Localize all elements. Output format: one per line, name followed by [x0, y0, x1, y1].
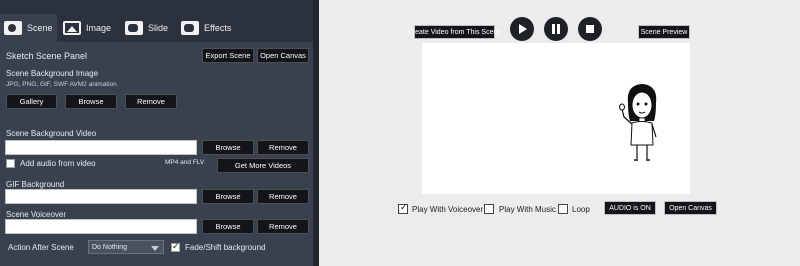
- character-image: [619, 84, 657, 161]
- pause-button[interactable]: [544, 17, 568, 41]
- tab-scene[interactable]: Scene: [0, 14, 57, 42]
- gif-field[interactable]: [5, 189, 197, 204]
- create-video-button[interactable]: Create Video from This Scene: [408, 25, 501, 39]
- preview-open-canvas-button[interactable]: Open Canvas: [664, 201, 717, 215]
- action-after-label: Action After Scene: [8, 243, 74, 252]
- voiceover-field[interactable]: [5, 219, 197, 234]
- image-icon: [63, 21, 81, 35]
- fade-shift-checkbox[interactable]: [171, 241, 180, 252]
- tab-slide[interactable]: Slide: [121, 14, 175, 42]
- preview-area: Create Video from This Scene Scene Previ…: [319, 0, 800, 266]
- video-formats-label: MP4 and FLV: [165, 159, 205, 166]
- bg-video-browse-button[interactable]: Browse: [202, 140, 254, 155]
- voiceover-remove-button[interactable]: Remove: [257, 219, 309, 234]
- tab-label: Slide: [148, 23, 169, 33]
- scene-panel: Scene Image Slide Effects Sketch Scene P…: [0, 0, 313, 266]
- play-with-voiceover-checkbox[interactable]: [398, 202, 408, 214]
- get-more-videos-button[interactable]: Get More Videos: [217, 158, 309, 173]
- stop-icon: [586, 25, 594, 33]
- tab-label: Scene: [27, 23, 53, 33]
- open-canvas-button[interactable]: Open Canvas: [257, 48, 309, 63]
- gif-remove-button[interactable]: Remove: [257, 189, 309, 204]
- bg-video-label: Scene Background Video: [6, 129, 97, 138]
- gif-browse-button[interactable]: Browse: [202, 189, 254, 204]
- bg-image-remove-button[interactable]: Remove: [125, 94, 177, 109]
- gif-label: GIF Background: [6, 180, 65, 189]
- chevron-down-icon: [151, 246, 159, 251]
- scene-preview-button[interactable]: Scene Preview: [638, 25, 690, 39]
- add-audio-label: Add audio from video: [20, 159, 96, 168]
- panel-title: Sketch Scene Panel: [6, 51, 88, 61]
- tab-bar: Scene Image Slide Effects: [0, 0, 313, 42]
- tab-label: Effects: [204, 23, 232, 33]
- audio-toggle-button[interactable]: AUDIO is ON: [604, 201, 656, 215]
- bg-video-remove-button[interactable]: Remove: [257, 140, 309, 155]
- tab-image[interactable]: Image: [59, 14, 119, 42]
- export-scene-button[interactable]: Export Scene: [202, 48, 254, 63]
- play-with-voiceover-label: Play With Voiceover: [412, 205, 484, 214]
- bg-image-label: Scene Background Image: [6, 69, 99, 78]
- effects-icon: [181, 21, 199, 35]
- scene-icon: [4, 21, 22, 35]
- play-icon: [519, 24, 527, 34]
- tab-label: Image: [86, 23, 112, 33]
- bg-image-formats: JPG, PNG, GIF, SWF AVM2 animation: [6, 81, 117, 88]
- scene-canvas[interactable]: [422, 43, 690, 194]
- loop-label: Loop: [572, 205, 590, 214]
- voiceover-label: Scene Voiceover: [6, 210, 67, 219]
- gallery-button[interactable]: Gallery: [6, 94, 57, 109]
- loop-checkbox[interactable]: [558, 204, 568, 214]
- action-after-select[interactable]: Do Nothing: [88, 240, 164, 254]
- add-audio-checkbox[interactable]: [6, 159, 15, 168]
- slide-icon: [125, 21, 143, 35]
- play-button[interactable]: [510, 17, 534, 41]
- pause-icon: [552, 24, 560, 34]
- bg-video-field[interactable]: [5, 140, 197, 155]
- tab-effects[interactable]: Effects: [177, 14, 239, 42]
- play-with-music-checkbox[interactable]: [484, 204, 494, 214]
- action-after-value: Do Nothing: [92, 243, 128, 251]
- play-with-music-label: Play With Music: [499, 205, 556, 214]
- bg-image-browse-button[interactable]: Browse: [65, 94, 117, 109]
- voiceover-browse-button[interactable]: Browse: [202, 219, 254, 234]
- stop-button[interactable]: [578, 17, 602, 41]
- fade-shift-label: Fade/Shift background: [185, 243, 266, 252]
